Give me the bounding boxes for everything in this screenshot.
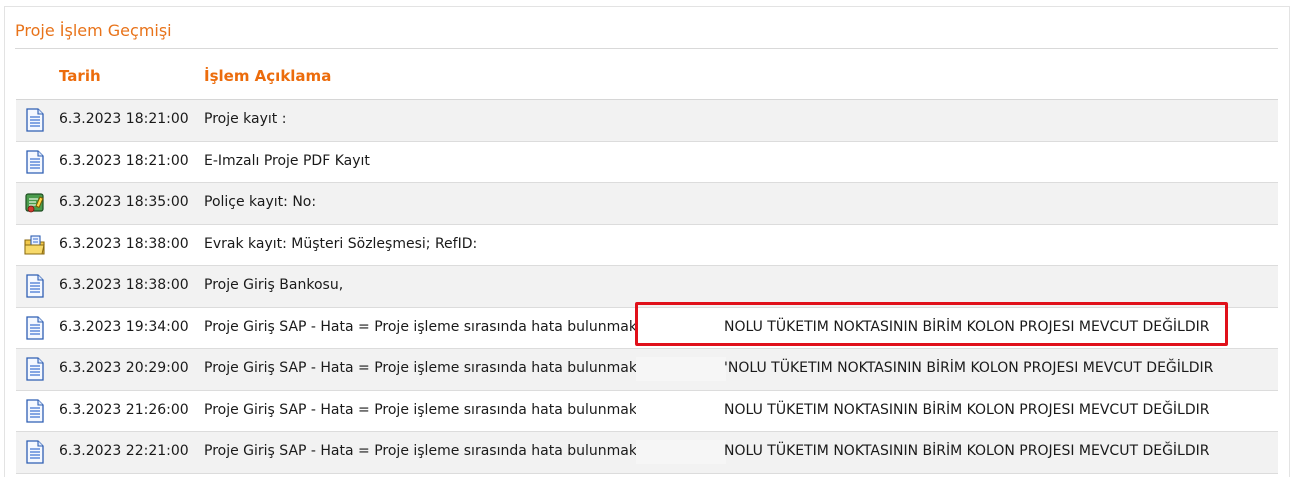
column-header-description[interactable]: İşlem Açıklama xyxy=(204,67,331,85)
row-description: Poliçe kayıt: No: xyxy=(204,194,317,210)
table-row[interactable]: 6.3.2023 22:21:00 Proje Giriş SAP - Hata … xyxy=(16,432,1278,474)
document-icon xyxy=(24,440,46,464)
redacted-value xyxy=(636,357,726,381)
row-description: Proje Giriş Bankosu, xyxy=(204,277,344,293)
table-body: 6.3.2023 18:21:00 Proje kayıt :6.3.2023 1… xyxy=(16,100,1278,474)
row-description: Proje Giriş SAP - Hata = Proje işleme sı… xyxy=(204,360,673,376)
document-icon xyxy=(24,357,46,381)
row-description: Proje Giriş SAP - Hata = Proje işleme sı… xyxy=(204,401,673,418)
row-date: 6.3.2023 18:35:00 xyxy=(59,194,189,210)
row-date: 6.3.2023 19:34:00 xyxy=(59,318,189,335)
policy-icon xyxy=(24,191,46,215)
table-row[interactable]: 6.3.2023 18:35:00 Poliçe kayıt: No: xyxy=(16,183,1278,225)
document-icon xyxy=(24,149,46,174)
row-date: 6.3.2023 18:21:00 xyxy=(59,152,189,169)
row-description: Proje Giriş SAP - Hata = Proje işleme sı… xyxy=(204,443,673,459)
project-history-panel: Proje İşlem Geçmişi Tarih İşlem Açıklama… xyxy=(4,6,1290,477)
row-description: Evrak kayıt: Müşteri Sözleşmesi; RefID: xyxy=(204,235,478,252)
panel-title: Proje İşlem Geçmişi xyxy=(15,21,172,40)
table-row[interactable]: 6.3.2023 18:21:00 E-Imzalı Proje PDF Kayı… xyxy=(16,142,1278,183)
history-table: Tarih İşlem Açıklama 6.3.2023 18:21:00 Pr… xyxy=(16,54,1278,474)
table-row[interactable]: 6.3.2023 21:26:00 Proje Giriş SAP - Hata … xyxy=(16,391,1278,432)
document-icon xyxy=(24,108,46,132)
document-icon xyxy=(24,315,46,340)
column-header-date[interactable]: Tarih xyxy=(59,67,101,85)
redacted-value xyxy=(636,440,726,464)
row-date: 6.3.2023 18:38:00 xyxy=(59,235,189,252)
row-description: Proje Giriş SAP - Hata = Proje işleme sı… xyxy=(204,318,673,335)
folder-document-icon xyxy=(24,233,46,257)
redacted-value xyxy=(636,398,726,423)
row-error-text: NOLU TÜKETIM NOKTASININ BİRİM KOLON PROJ… xyxy=(724,443,1210,459)
row-date: 6.3.2023 20:29:00 xyxy=(59,360,189,376)
title-divider xyxy=(15,48,1278,49)
error-highlight-box xyxy=(635,302,1228,346)
table-row[interactable]: 6.3.2023 18:38:00 Evrak kayıt: Müşteri Sö… xyxy=(16,225,1278,266)
document-icon xyxy=(24,274,46,298)
row-date: 6.3.2023 21:26:00 xyxy=(59,401,189,418)
row-date: 6.3.2023 22:21:00 xyxy=(59,443,189,459)
row-date: 6.3.2023 18:21:00 xyxy=(59,111,189,127)
row-error-text: 'NOLU TÜKETIM NOKTASININ BİRİM KOLON PRO… xyxy=(724,360,1214,376)
row-date: 6.3.2023 18:38:00 xyxy=(59,277,189,293)
row-description: E-Imzalı Proje PDF Kayıt xyxy=(204,152,370,169)
table-row[interactable]: 6.3.2023 20:29:00 Proje Giriş SAP - Hata … xyxy=(16,349,1278,391)
table-row[interactable]: 6.3.2023 18:21:00 Proje kayıt : xyxy=(16,100,1278,142)
row-error-text: NOLU TÜKETIM NOKTASININ BİRİM KOLON PROJ… xyxy=(724,401,1210,418)
document-icon xyxy=(24,398,46,423)
table-header: Tarih İşlem Açıklama xyxy=(16,54,1278,100)
row-description: Proje kayıt : xyxy=(204,111,287,127)
